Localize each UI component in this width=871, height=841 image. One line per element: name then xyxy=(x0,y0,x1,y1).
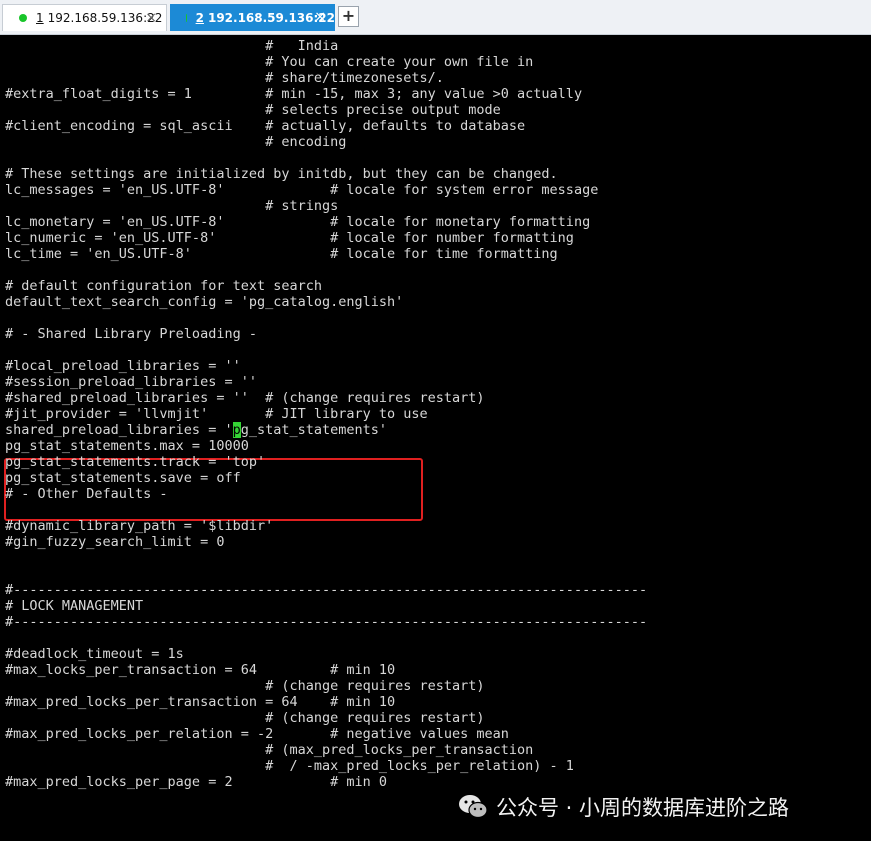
terminal-line: # share/timezonesets/. xyxy=(5,70,444,86)
text-cursor: p xyxy=(232,422,241,438)
close-icon[interactable]: × xyxy=(145,10,157,26)
connected-status-icon xyxy=(19,14,27,22)
watermark-text: 公众号 · 小周的数据库进阶之路 xyxy=(496,796,790,820)
terminal-line: pg_stat_statements.max = 10000 xyxy=(5,438,249,454)
terminal-line: #gin_fuzzy_search_limit = 0 xyxy=(5,534,225,550)
close-icon[interactable]: × xyxy=(314,9,326,25)
tab-session-2[interactable]: 2 192.168.59.136:22 × xyxy=(170,4,335,31)
terminal-line: #max_locks_per_transaction = 64 # min 10 xyxy=(5,662,396,678)
terminal-line: #deadlock_timeout = 1s xyxy=(5,646,184,662)
terminal-line: #dynamic_library_path = '$libdir' xyxy=(5,518,274,534)
tab-number: 2 xyxy=(195,10,204,25)
terminal-line: #max_pred_locks_per_relation = -2 # nega… xyxy=(5,726,509,742)
terminal-line: # selects precise output mode xyxy=(5,102,501,118)
line-text-before-cursor: shared_preload_libraries = ' xyxy=(5,422,233,438)
terminal-line: #session_preload_libraries = '' xyxy=(5,374,257,390)
terminal-line: default_text_search_config = 'pg_catalog… xyxy=(5,294,404,310)
terminal-line: lc_messages = 'en_US.UTF-8' # locale for… xyxy=(5,182,599,198)
terminal-line: # LOCK MANAGEMENT xyxy=(5,598,144,614)
tab-bar: 1 192.168.59.136:22 × 2 192.168.59.136:2… xyxy=(0,0,871,35)
terminal-line: #extra_float_digits = 1 # min -15, max 3… xyxy=(5,86,583,102)
watermark: 公众号 · 小周的数据库进阶之路 xyxy=(458,793,789,821)
terminal-line: # These settings are initialized by init… xyxy=(5,166,558,182)
terminal-line: # India xyxy=(5,38,339,54)
terminal-line: # default configuration for text search xyxy=(5,278,322,294)
terminal-line: #client_encoding = sql_ascii # actually,… xyxy=(5,118,526,134)
wechat-icon xyxy=(459,795,488,819)
terminal-line: pg_stat_statements.track = 'top' xyxy=(5,454,266,470)
terminal-line: lc_time = 'en_US.UTF-8' # locale for tim… xyxy=(5,246,558,262)
terminal-line: lc_monetary = 'en_US.UTF-8' # locale for… xyxy=(5,214,591,230)
terminal-line: # strings xyxy=(5,198,339,214)
terminal-line: #jit_provider = 'llvmjit' # JIT library … xyxy=(5,406,428,422)
terminal-line: # (change requires restart) xyxy=(5,710,485,726)
terminal-line: # - Shared Library Preloading - xyxy=(5,326,257,342)
terminal-line: #max_pred_locks_per_page = 2 # min 0 xyxy=(5,774,388,790)
terminal-line: # / -max_pred_locks_per_relation) - 1 xyxy=(5,758,574,774)
tab-session-1[interactable]: 1 192.168.59.136:22 × xyxy=(2,4,167,31)
terminal-line: #max_pred_locks_per_transaction = 64 # m… xyxy=(5,694,396,710)
terminal-line: #---------------------------------------… xyxy=(5,614,648,630)
terminal-line: # (change requires restart) xyxy=(5,678,485,694)
terminal-line: #shared_preload_libraries = '' # (change… xyxy=(5,390,485,406)
tab-number: 1 xyxy=(36,11,44,25)
terminal-line: # encoding xyxy=(5,134,347,150)
terminal-line: #---------------------------------------… xyxy=(5,582,648,598)
terminal-line: pg_stat_statements.save = off xyxy=(5,470,241,486)
terminal-line: # You can create your own file in xyxy=(5,54,534,70)
line-text-after-cursor: g_stat_statements' xyxy=(240,422,388,438)
new-tab-button[interactable]: + xyxy=(338,6,359,27)
terminal-output[interactable]: # India # You can create your own file i… xyxy=(0,35,871,841)
terminal-line: # - Other Defaults - xyxy=(5,486,168,502)
terminal-line: shared_preload_libraries = 'pg_stat_stat… xyxy=(5,422,387,438)
connected-status-icon xyxy=(186,13,187,22)
terminal-line: lc_numeric = 'en_US.UTF-8' # locale for … xyxy=(5,230,574,246)
terminal-line: #local_preload_libraries = '' xyxy=(5,358,241,374)
terminal-line: # (max_pred_locks_per_transaction xyxy=(5,742,534,758)
